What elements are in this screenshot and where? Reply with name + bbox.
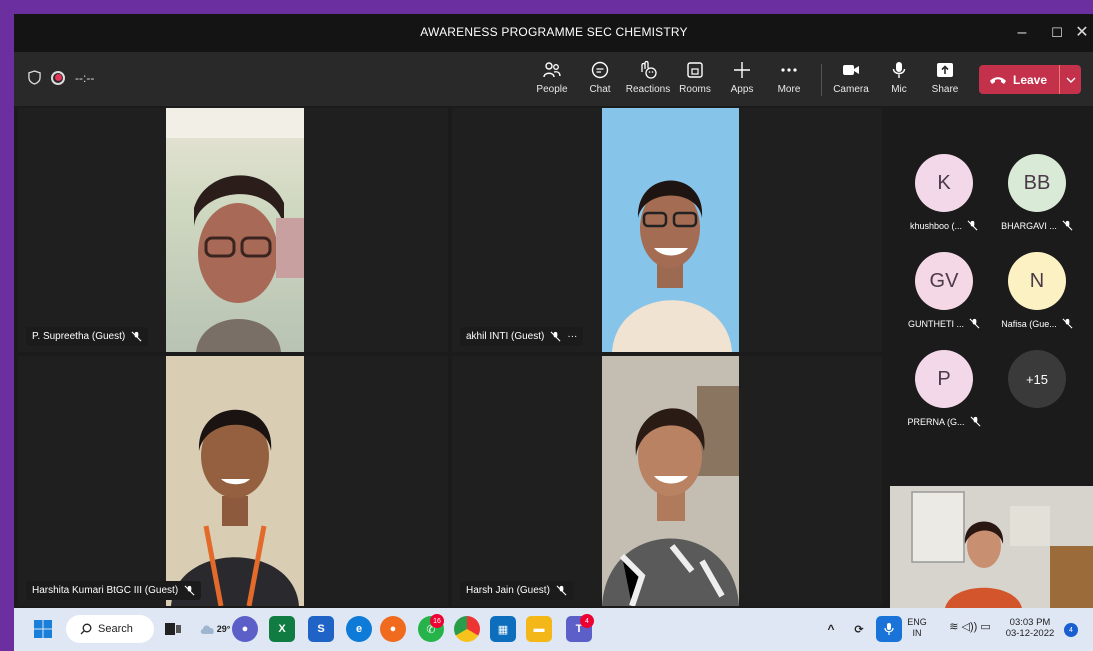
participant-name-label: Harshita Kumari BtGC III (Guest): [26, 581, 202, 600]
participant-avatar[interactable]: N: [1008, 252, 1066, 310]
camera-icon: [828, 58, 874, 82]
chat-button[interactable]: Chat: [577, 58, 623, 102]
self-video-preview[interactable]: [890, 486, 1093, 608]
participant-name-label: Harsh Jain (Guest): [460, 581, 573, 600]
participant-video: [166, 356, 304, 606]
self-video: [890, 486, 1093, 608]
phone-hangup-icon: [990, 76, 1006, 84]
reactions-button[interactable]: Reactions: [625, 58, 671, 102]
people-icon: [529, 58, 575, 82]
meeting-toolbar: --:-- People Chat Reactions Rooms Apps M…: [14, 52, 1093, 106]
teams-chat-icon[interactable]: ●: [232, 616, 258, 642]
mic-icon: [876, 58, 922, 82]
people-button[interactable]: People: [529, 58, 575, 102]
mic-off-icon: [550, 331, 561, 342]
chevron-up-icon[interactable]: ^: [818, 616, 844, 642]
weather-widget[interactable]: 29°: [198, 616, 232, 642]
participant-photo: [166, 356, 304, 606]
video-grid: P. Supreetha (Guest) akhil INTI (Guest) …: [14, 106, 884, 608]
participant-avatar[interactable]: P: [915, 350, 973, 408]
participant-name: khushboo (...: [899, 220, 989, 231]
windows-start-button[interactable]: [30, 616, 56, 642]
network-volume-battery-icons[interactable]: ≋ ◁)) ▭: [940, 622, 1000, 633]
mic-off-icon: [556, 585, 567, 596]
language-indicator[interactable]: ENG IN: [902, 617, 932, 639]
participant-name-label: akhil INTI (Guest) ···: [460, 327, 584, 346]
camera-button[interactable]: Camera: [828, 58, 874, 102]
chrome-icon[interactable]: [454, 616, 480, 642]
tile-more-options[interactable]: ···: [567, 331, 577, 342]
toolbar-divider: [821, 64, 822, 96]
participant-photo: [602, 108, 739, 352]
edge-icon[interactable]: e: [346, 616, 372, 642]
mic-in-use-icon[interactable]: [876, 616, 902, 642]
rooms-icon: [672, 58, 718, 82]
windows-logo-icon: [34, 620, 52, 638]
file-explorer-icon[interactable]: ▬: [526, 616, 552, 642]
excel-icon[interactable]: X: [269, 616, 295, 642]
video-tile[interactable]: akhil INTI (Guest) ···: [452, 108, 882, 352]
more-button[interactable]: More: [766, 58, 812, 102]
mic-off-icon: [1062, 318, 1073, 329]
chevron-down-icon: [1066, 77, 1075, 83]
title-bar: AWARENESS PROGRAMME SEC CHEMISTRY – ☐ ✕: [14, 14, 1093, 52]
apps-button[interactable]: Apps: [719, 58, 765, 102]
close-button[interactable]: ✕: [1064, 20, 1093, 46]
notifications-badge[interactable]: 4: [1064, 623, 1078, 637]
participant-name: Nafisa (Gue...: [992, 318, 1082, 329]
video-tile[interactable]: Harsh Jain (Guest): [452, 356, 882, 606]
rooms-button[interactable]: Rooms: [672, 58, 718, 102]
store-icon[interactable]: ▦: [490, 616, 516, 642]
mic-off-icon: [131, 331, 142, 342]
participant-avatar[interactable]: GV: [915, 252, 973, 310]
mic-off-icon: [184, 585, 195, 596]
teams-badge: 4: [580, 614, 594, 628]
more-icon: [766, 58, 812, 82]
mic-off-icon: [967, 220, 978, 231]
participant-photo: [602, 356, 739, 606]
windows-taskbar: Search 29° ● X S e ● ✆ 16 ▦ ▬ T 4 ^ ⟳ EN…: [14, 608, 1093, 651]
leave-options-button[interactable]: [1059, 65, 1081, 94]
video-tile[interactable]: P. Supreetha (Guest): [18, 108, 448, 352]
sway-icon[interactable]: S: [308, 616, 334, 642]
leave-main[interactable]: Leave: [979, 65, 1059, 94]
more-participants-button[interactable]: +15: [1008, 350, 1066, 408]
mic-button[interactable]: Mic: [876, 58, 922, 102]
reactions-icon: [625, 58, 671, 82]
mic-off-icon: [1062, 220, 1073, 231]
meeting-title: AWARENESS PROGRAMME SEC CHEMISTRY: [420, 25, 688, 39]
participant-name-label: P. Supreetha (Guest): [26, 327, 149, 346]
whatsapp-badge: 16: [430, 614, 444, 628]
chat-icon: [577, 58, 623, 82]
taskbar-search[interactable]: Search: [66, 615, 154, 643]
meeting-timer: --:--: [75, 70, 95, 85]
mic-off-icon: [969, 318, 980, 329]
share-icon: [922, 58, 968, 82]
participant-name: PRERNA (G...: [899, 416, 989, 427]
participant-avatar[interactable]: BB: [1008, 154, 1066, 212]
firefox-icon[interactable]: ●: [380, 616, 406, 642]
participant-name: GUNTHETI ...: [899, 318, 989, 329]
meeting-status: --:--: [28, 70, 94, 85]
participant-video: [602, 108, 739, 352]
participant-video: [602, 356, 739, 606]
task-view-icon[interactable]: [160, 616, 186, 642]
teams-window: AWARENESS PROGRAMME SEC CHEMISTRY – ☐ ✕ …: [14, 14, 1093, 608]
apps-icon: [719, 58, 765, 82]
shield-icon: [28, 70, 41, 85]
search-icon: [80, 623, 92, 635]
mic-off-icon: [970, 416, 980, 427]
leave-button[interactable]: Leave: [979, 65, 1081, 94]
participant-avatar[interactable]: K: [915, 154, 973, 212]
participant-name: BHARGAVI ...: [992, 220, 1082, 231]
video-tile[interactable]: Harshita Kumari BtGC III (Guest): [18, 356, 448, 606]
participant-photo: [166, 108, 304, 352]
clock[interactable]: 03:03 PM 03-12-2022: [1002, 617, 1058, 639]
cloud-icon: [200, 625, 214, 634]
recording-icon: [51, 70, 65, 85]
participant-video: [166, 108, 304, 352]
share-button[interactable]: Share: [922, 58, 968, 102]
minimize-button[interactable]: –: [1004, 20, 1040, 46]
sync-icon[interactable]: ⟳: [846, 616, 872, 642]
